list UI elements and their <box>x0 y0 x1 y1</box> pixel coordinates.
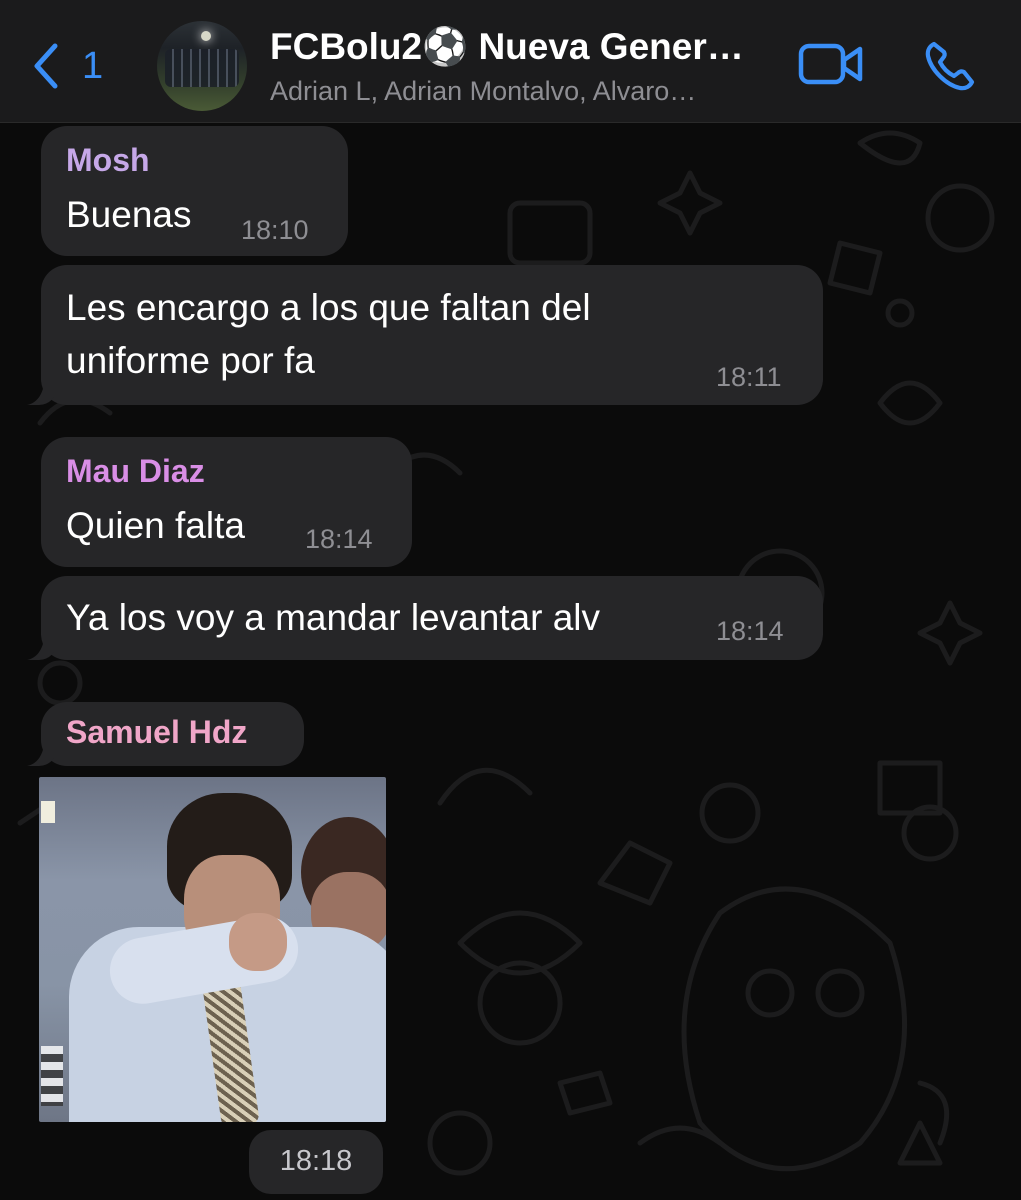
group-members: Adrian L, Adrian Montalvo, Alvaro… <box>270 76 697 106</box>
media-time-pill: 18:18 <box>249 1130 383 1194</box>
chevron-left-icon <box>34 43 58 89</box>
message-time: 18:10 <box>241 215 309 245</box>
message-bubble[interactable]: Mau Diaz Quien falta 18:14 <box>41 437 412 567</box>
scoreboard-overlay <box>41 1046 63 1106</box>
chat-header: 1 FCBolu2⚽️ Nueva Gener… Adrian L, Adria… <box>0 0 1021 123</box>
message-sender: Mau Diaz <box>66 453 205 489</box>
group-info[interactable]: FCBolu2⚽️ Nueva Gener… Adrian L, Adrian … <box>270 24 780 108</box>
message-text: Quien falta <box>66 505 245 546</box>
message-text: Ya los voy a mandar levantar alv <box>66 597 601 638</box>
broadcast-logo <box>41 801 55 823</box>
message-bubble[interactable]: Mosh Buenas 18:10 <box>41 126 348 256</box>
message-sender: Mosh <box>66 142 150 178</box>
fist <box>229 913 287 971</box>
group-avatar[interactable] <box>157 21 247 111</box>
message-text: Buenas <box>66 194 192 235</box>
message-bubble[interactable]: Les encargo a los que faltan del uniform… <box>41 265 823 405</box>
message-sender-bubble[interactable]: Samuel Hdz <box>41 702 304 766</box>
message-sender: Samuel Hdz <box>66 714 248 750</box>
team-photo <box>165 49 239 87</box>
group-title: FCBolu2⚽️ Nueva Gener… <box>270 26 744 67</box>
message-text: uniforme por fa <box>66 340 315 381</box>
phone-icon[interactable] <box>922 38 978 94</box>
message-bubble[interactable]: Ya los voy a mandar levantar alv 18:14 <box>41 576 823 660</box>
gif-media[interactable] <box>39 777 386 1122</box>
back-button[interactable]: 1 <box>30 38 103 94</box>
message-time: 18:18 <box>279 1145 353 1177</box>
unread-count: 1 <box>82 44 104 87</box>
message-text: Les encargo a los que faltan del <box>66 287 591 328</box>
video-call-icon[interactable] <box>798 40 864 88</box>
message-time: 18:14 <box>716 616 784 646</box>
message-time: 18:14 <box>305 524 373 554</box>
chat-area[interactable]: Mosh Buenas 18:10 Les encargo a los que … <box>0 123 1021 1200</box>
stadium-light <box>201 31 211 41</box>
message-time: 18:11 <box>716 362 782 392</box>
